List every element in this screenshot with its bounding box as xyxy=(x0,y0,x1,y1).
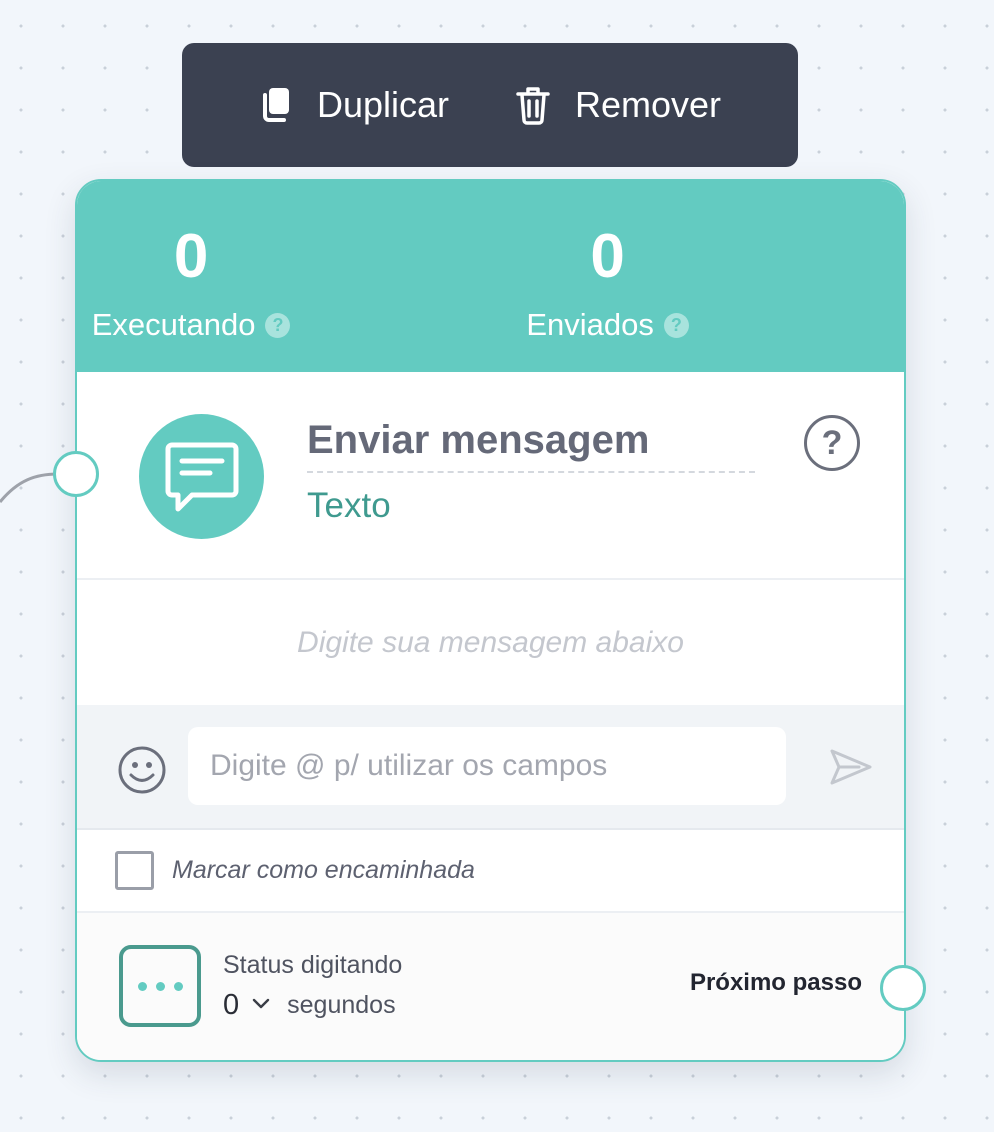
chat-bubble-icon xyxy=(139,414,264,539)
chevron-down-icon[interactable] xyxy=(251,996,271,1015)
node-title-section: Enviar mensagem Texto ? xyxy=(77,372,904,580)
smiley-icon[interactable] xyxy=(117,745,167,800)
duplicate-label: Duplicar xyxy=(316,84,449,125)
stat-sent-value: 0 xyxy=(590,222,625,291)
typing-duration-unit: segundos xyxy=(287,991,396,1019)
message-input[interactable] xyxy=(188,727,786,805)
input-port[interactable] xyxy=(53,451,99,497)
forward-label[interactable]: Marcar como encaminhada xyxy=(172,856,475,885)
message-composer xyxy=(77,705,904,830)
send-icon[interactable] xyxy=(829,747,873,792)
output-port[interactable] xyxy=(880,965,926,1011)
typing-dots-icon xyxy=(119,945,201,1027)
stat-running-value: 0 xyxy=(173,222,209,291)
next-step-label: Próximo passo xyxy=(689,969,862,996)
incoming-connection-line xyxy=(0,472,59,503)
node-type-label: Texto xyxy=(307,486,391,525)
help-icon[interactable]: ? xyxy=(265,312,291,338)
node-stats-header: 0 Executando ? 0 Enviados ? xyxy=(77,181,904,372)
stat-sent-label: Enviados xyxy=(526,307,654,342)
remove-button[interactable]: Remover xyxy=(515,84,721,126)
node-toolbar: Duplicar Remover xyxy=(182,43,798,167)
forward-option: Marcar como encaminhada xyxy=(77,830,904,913)
duplicate-button[interactable]: Duplicar xyxy=(259,84,449,126)
stat-running-label: Executando xyxy=(91,307,256,342)
copy-icon xyxy=(259,86,293,124)
send-message-node[interactable]: 0 Executando ? 0 Enviados ? Enviar mensa… xyxy=(75,179,906,1062)
node-title[interactable]: Enviar mensagem xyxy=(307,418,755,473)
stat-running: 0 Executando ? xyxy=(77,181,398,372)
help-icon[interactable]: ? xyxy=(663,312,689,338)
stat-sent: 0 Enviados ? xyxy=(401,181,814,372)
forward-checkbox[interactable] xyxy=(115,851,154,890)
remove-label: Remover xyxy=(575,84,722,125)
typing-status-title: Status digitando xyxy=(223,951,403,979)
typing-duration-select[interactable]: 0 segundos xyxy=(223,989,396,1022)
question-icon[interactable]: ? xyxy=(804,415,860,471)
node-footer: Status digitando 0 segundos Próximo pass… xyxy=(77,913,904,1060)
trash-icon xyxy=(515,85,551,125)
typing-duration-value[interactable]: 0 xyxy=(223,989,239,1022)
message-preview: Digite sua mensagem abaixo xyxy=(77,580,904,705)
message-empty-hint: Digite sua mensagem abaixo xyxy=(297,625,684,659)
